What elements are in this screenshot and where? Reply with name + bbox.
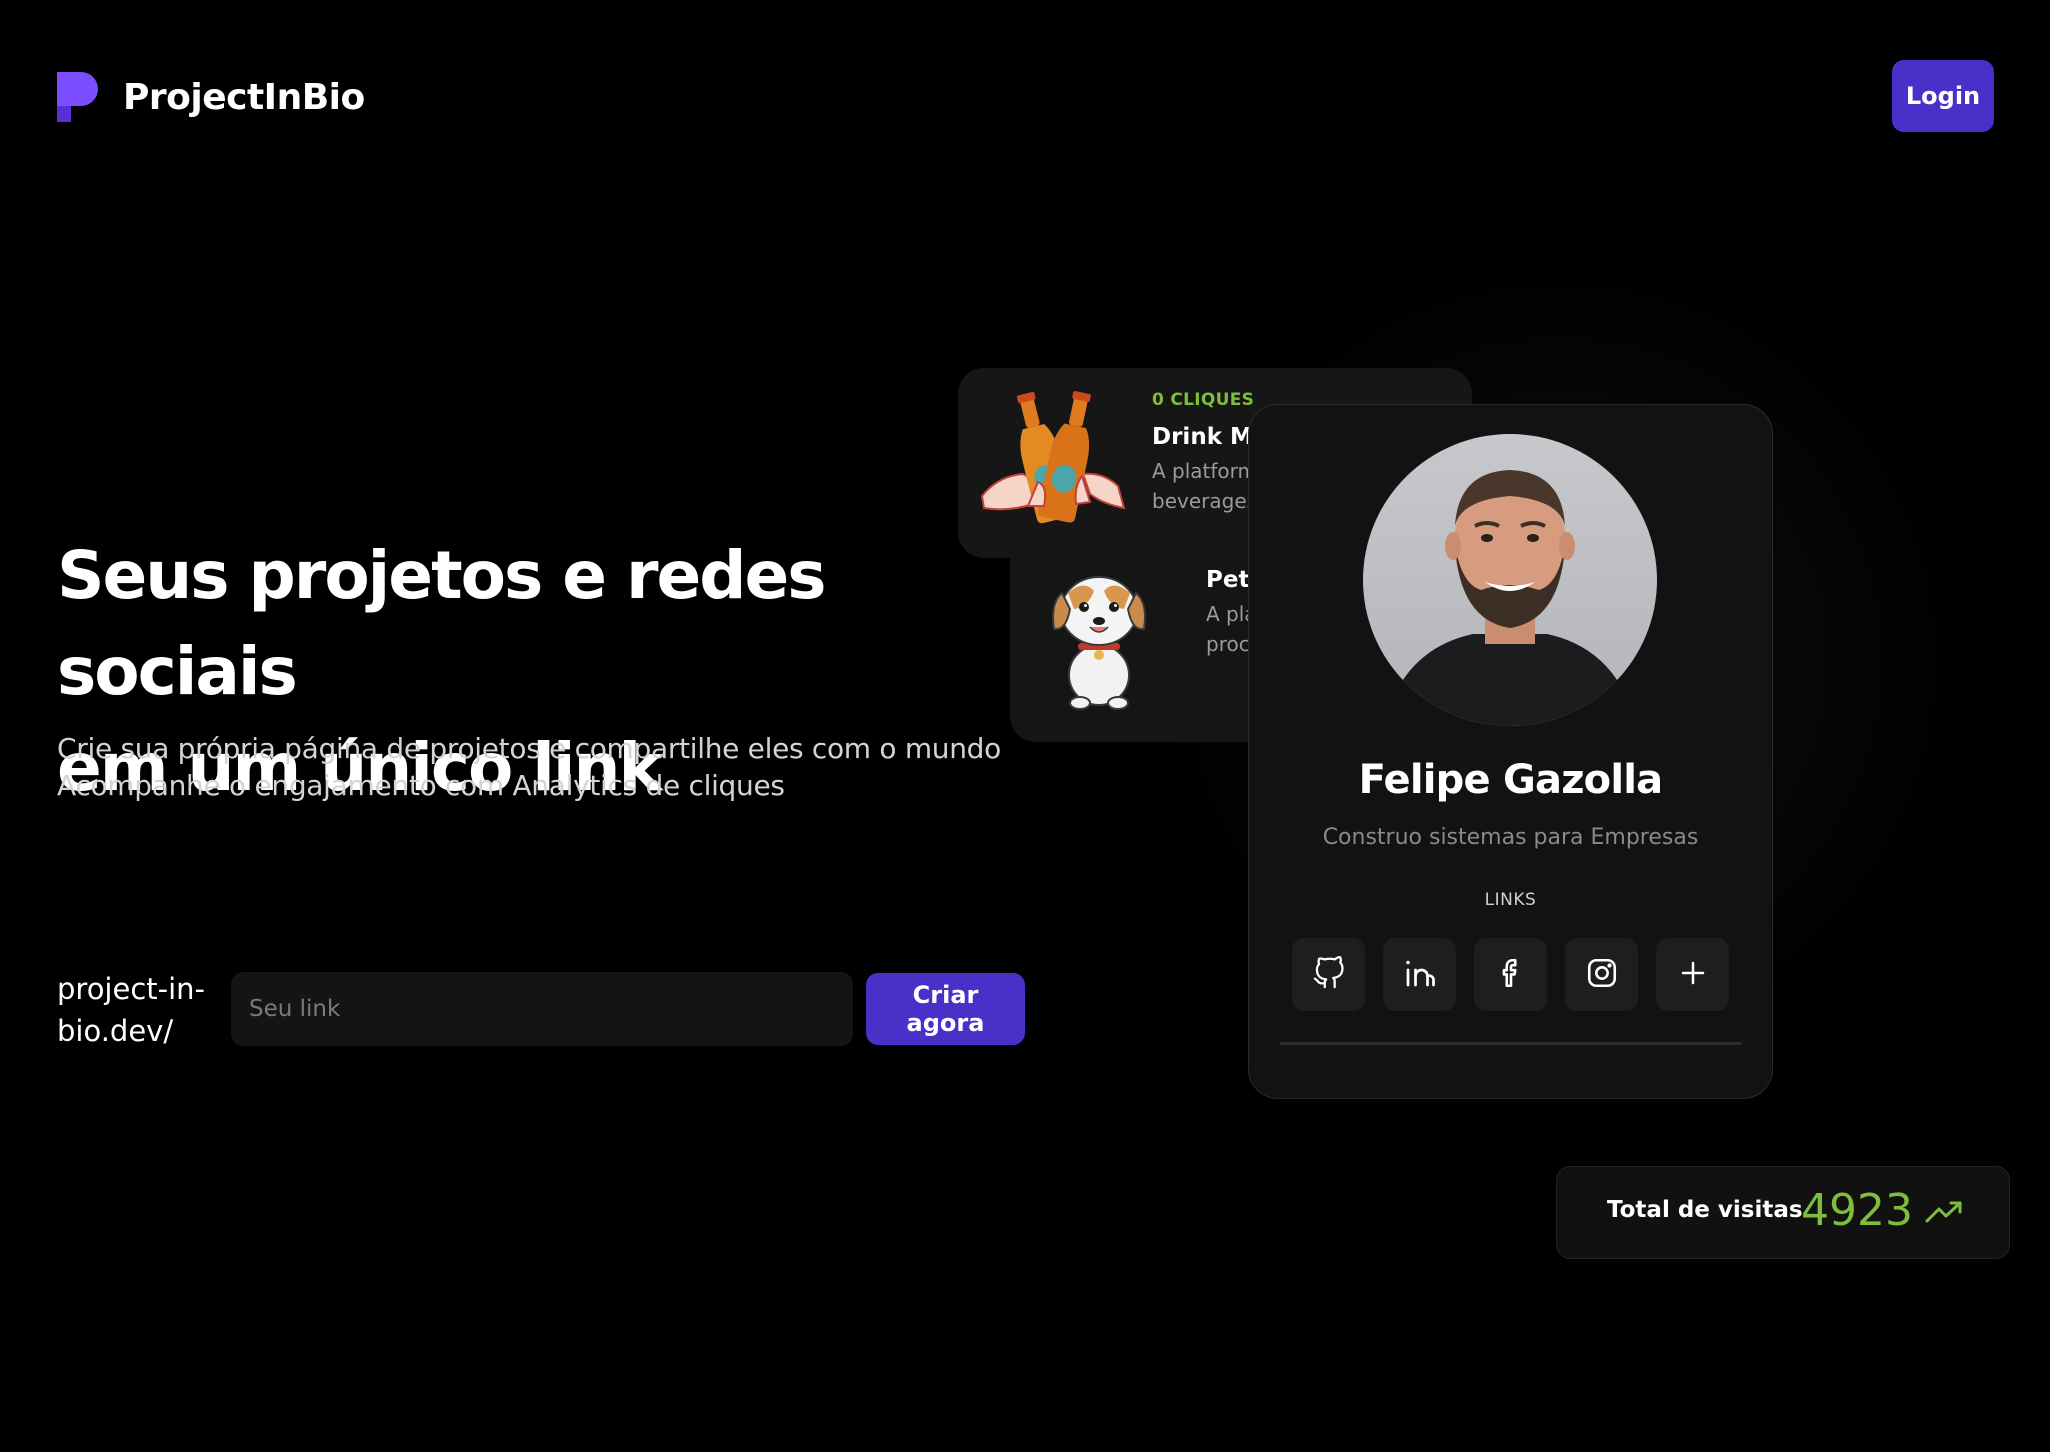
landing-page: ProjectInBio Login Seus projetos e redes…	[0, 0, 2050, 1452]
profile-card: Felipe Gazolla Construo sistemas para Em…	[1248, 404, 1773, 1099]
link-prefix-line-1: project-in-	[57, 972, 206, 1006]
link-prefix-line-2: bio.dev/	[57, 1014, 174, 1048]
trending-up-icon	[1925, 1197, 1963, 1231]
plus-icon	[1678, 958, 1708, 992]
visits-count: 4923	[1801, 1185, 1913, 1236]
profile-name: Felipe Gazolla	[1358, 757, 1664, 803]
link-prefix: project-in- bio.dev/	[57, 968, 222, 1052]
github-icon	[1312, 955, 1346, 994]
hero-title-line-1: Seus projetos e redes sociais	[57, 537, 827, 710]
facebook-link-button[interactable]	[1474, 938, 1547, 1011]
avatar	[1363, 434, 1657, 726]
linkedin-icon	[1402, 955, 1438, 995]
card-divider	[1280, 1042, 1742, 1045]
links-label: LINKS	[1484, 890, 1537, 910]
add-link-button[interactable]	[1656, 938, 1729, 1011]
link-input[interactable]	[231, 972, 853, 1046]
github-link-button[interactable]	[1292, 938, 1365, 1011]
social-links	[1292, 938, 1729, 1011]
dog-image	[1044, 563, 1154, 717]
profile-bio: Construo sistemas para Empresas	[1322, 825, 1699, 850]
facebook-icon	[1494, 956, 1528, 994]
project-clicks: 0 CLIQUES	[1152, 390, 1255, 410]
login-button[interactable]: Login	[1892, 60, 1994, 132]
create-now-button[interactable]: Criar agora	[866, 973, 1025, 1045]
hero-subtitle-line-2: Acompanhe o engajamento com Analytics de…	[57, 769, 785, 802]
brand-logo[interactable]: ProjectInBio	[57, 72, 365, 122]
linkedin-link-button[interactable]	[1383, 938, 1456, 1011]
visits-label: Total de visitas	[1607, 1197, 1803, 1223]
brand-name: ProjectInBio	[123, 76, 365, 118]
logo-mark-icon	[57, 72, 99, 122]
beer-bottles-image	[978, 386, 1128, 540]
instagram-link-button[interactable]	[1565, 938, 1638, 1011]
hero-subtitle: Crie sua própria página de projetos e co…	[57, 730, 1057, 804]
instagram-icon	[1585, 956, 1619, 994]
hero-subtitle-line-1: Crie sua própria página de projetos e co…	[57, 732, 1001, 765]
total-visits-widget: Total de visitas 4923	[1556, 1166, 2010, 1259]
